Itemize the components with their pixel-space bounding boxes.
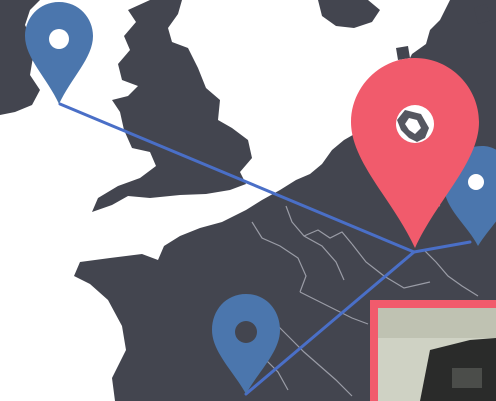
europe-map [0, 0, 496, 401]
map-view[interactable] [0, 0, 496, 401]
photo-thumbnail[interactable] [370, 300, 496, 401]
land-island [396, 46, 410, 60]
